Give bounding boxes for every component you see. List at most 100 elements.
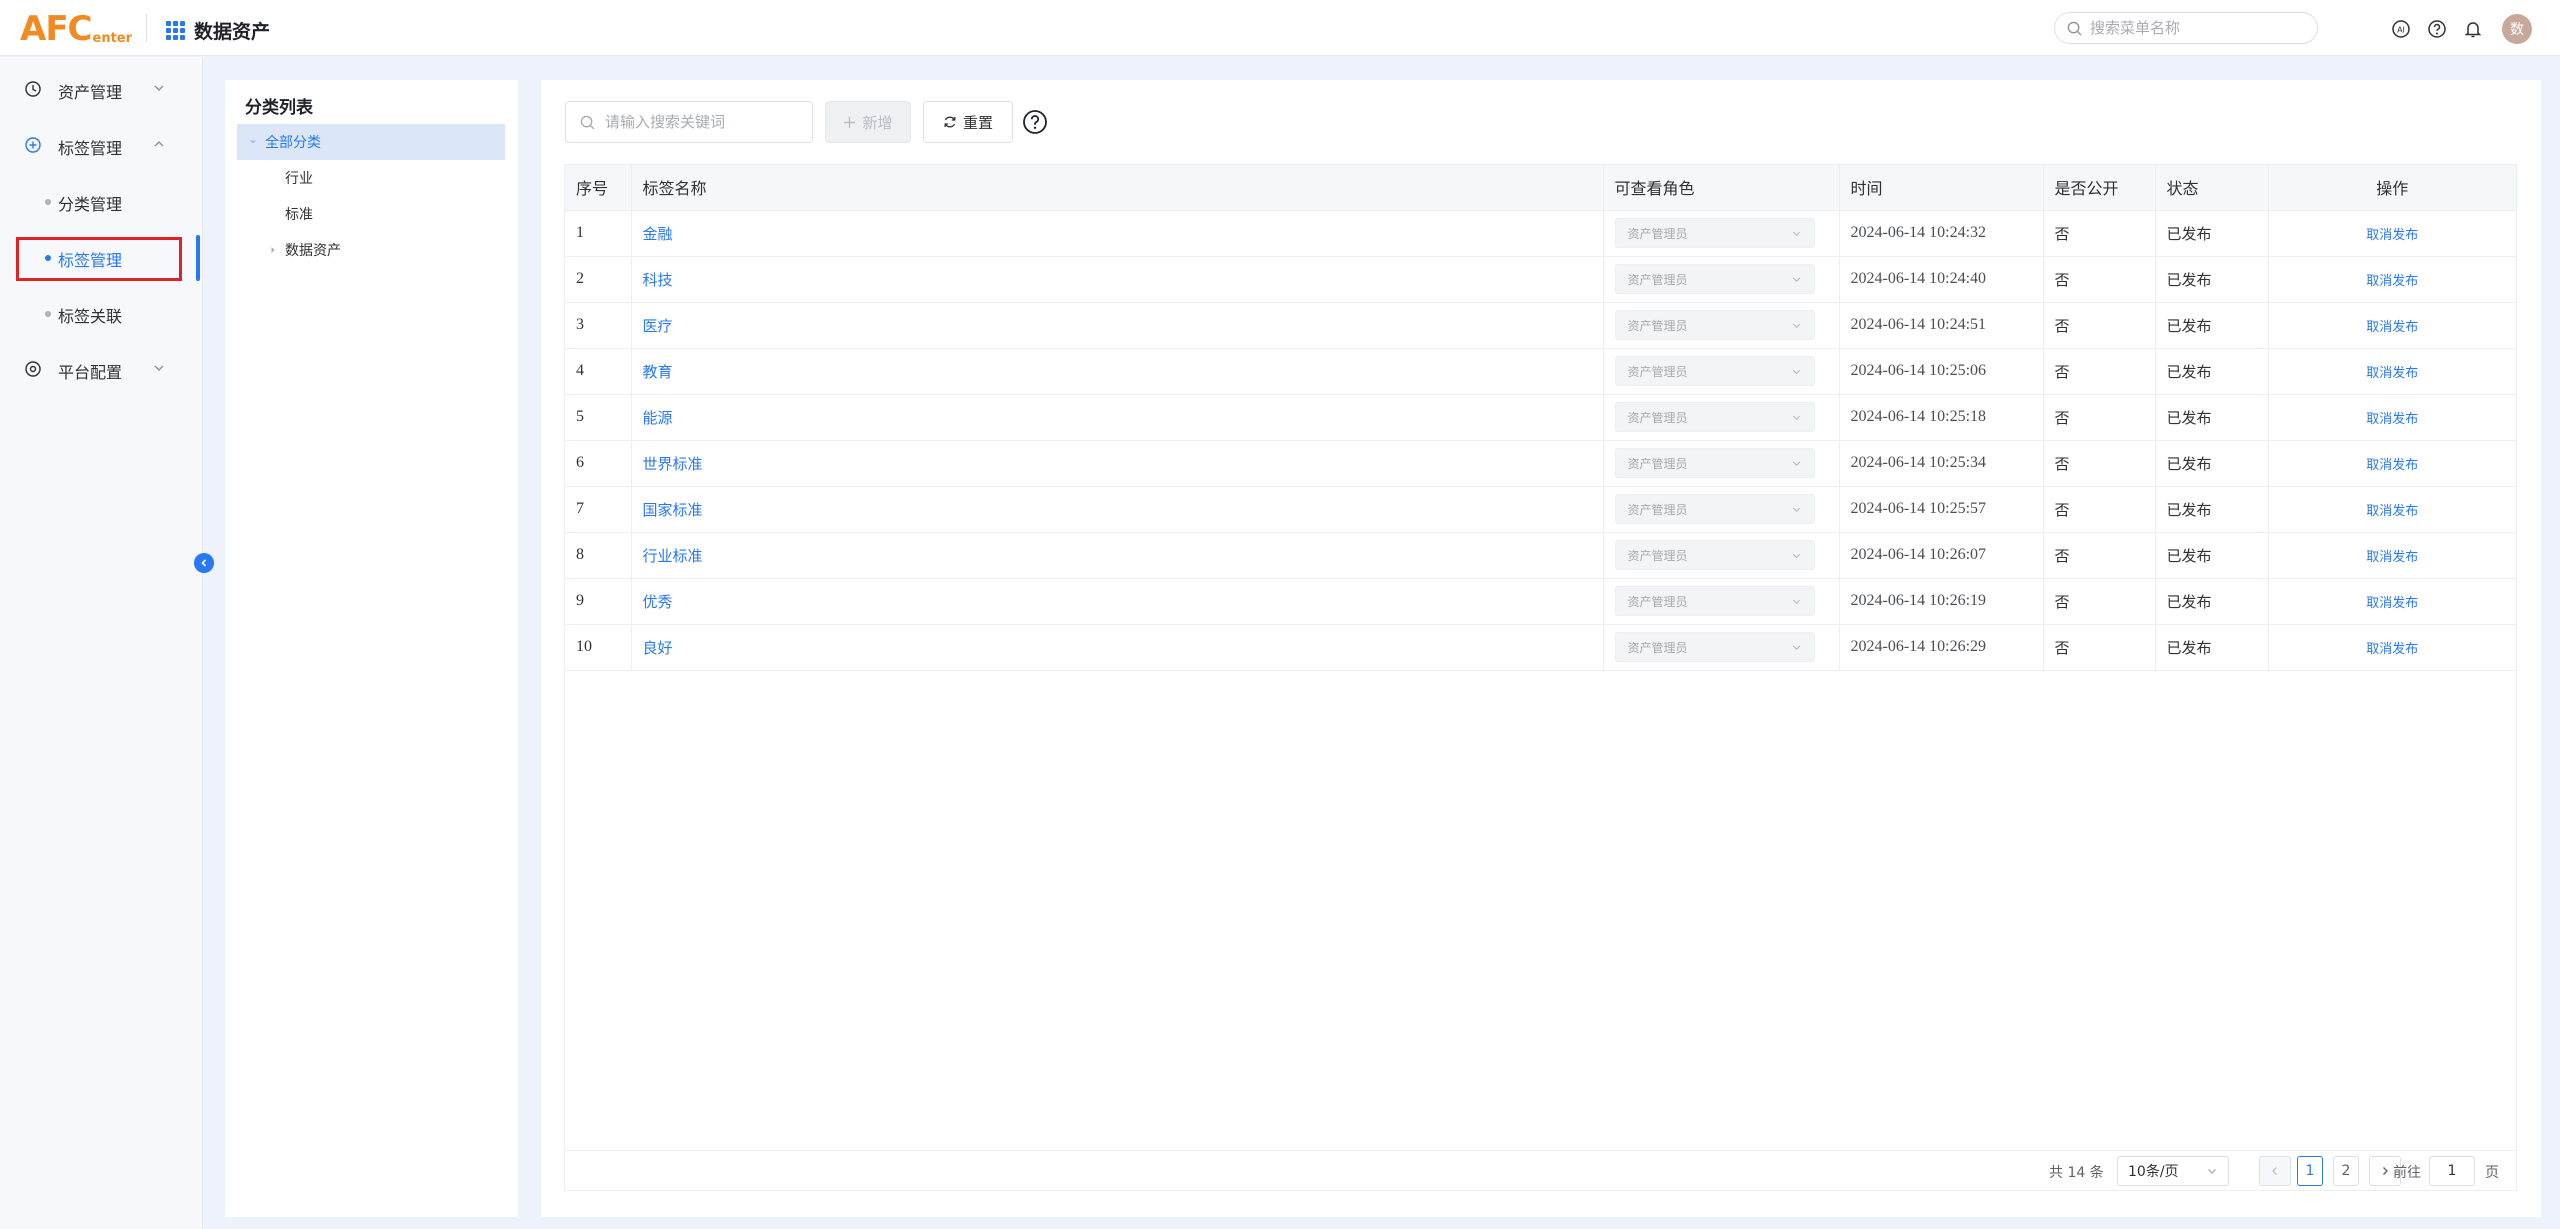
- keyword-search-box[interactable]: [565, 101, 813, 143]
- tree-node-all[interactable]: 全部分类: [237, 124, 505, 160]
- caret-right-icon[interactable]: [267, 244, 279, 256]
- help-circle-icon[interactable]: [1022, 109, 1048, 135]
- table-row: 9 优秀 资产管理员 2024-06-14 10:26:19 否已发布 取消发布: [565, 578, 2516, 625]
- keyword-search-input[interactable]: [605, 113, 805, 131]
- app-switcher[interactable]: 数据资产: [166, 17, 270, 44]
- cell-action: 取消发布: [2268, 256, 2516, 303]
- unpublish-link[interactable]: 取消发布: [2366, 550, 2418, 565]
- cell-tag-name: 良好: [631, 624, 1604, 671]
- menu-search-input[interactable]: [2090, 19, 2300, 37]
- tag-name-link[interactable]: 能源: [643, 409, 673, 427]
- unpublish-link[interactable]: 取消发布: [2366, 642, 2418, 657]
- role-select[interactable]: 资产管理员: [1614, 310, 1815, 340]
- unpublish-link[interactable]: 取消发布: [2366, 274, 2418, 289]
- chevron-down-icon: [1792, 323, 1800, 328]
- user-avatar[interactable]: 数: [2502, 14, 2532, 44]
- cell-role: 资产管理员: [1603, 210, 1840, 257]
- tag-name-link[interactable]: 优秀: [643, 593, 673, 611]
- tag-name-link[interactable]: 金融: [643, 225, 673, 243]
- unpublish-link[interactable]: 取消发布: [2366, 228, 2418, 243]
- ai-assistant-icon[interactable]: AI: [2390, 18, 2412, 40]
- page-button-1[interactable]: 1: [2297, 1156, 2323, 1186]
- cell-action: 取消发布: [2268, 486, 2516, 533]
- svg-text:AI: AI: [2397, 26, 2405, 35]
- col-header-status: 状态: [2155, 165, 2269, 211]
- add-button[interactable]: 新增: [825, 101, 911, 143]
- bell-icon[interactable]: [2462, 18, 2484, 40]
- unpublish-link[interactable]: 取消发布: [2366, 366, 2418, 381]
- goto-page-input[interactable]: 1: [2429, 1156, 2475, 1186]
- chevron-down-icon: [1792, 553, 1800, 558]
- cell-role: 资产管理员: [1603, 394, 1840, 441]
- cell-tag-name: 金融: [631, 210, 1604, 257]
- tag-name-link[interactable]: 行业标准: [643, 547, 703, 565]
- role-select[interactable]: 资产管理员: [1614, 494, 1815, 524]
- cell-seq: 8: [565, 532, 632, 579]
- cell-status: 已发布: [2155, 440, 2269, 487]
- tag-name-link[interactable]: 国家标准: [643, 501, 703, 519]
- tag-name-link[interactable]: 世界标准: [643, 455, 703, 473]
- tree-node-standard[interactable]: 标准: [285, 196, 313, 232]
- tag-name-link[interactable]: 科技: [643, 271, 673, 289]
- search-icon: [580, 115, 595, 130]
- tag-table: 序号 标签名称 可查看角色 时间 是否公开 状态 操作 1 金融 资产管理员 2024…: [564, 164, 2517, 1191]
- sidebar-item-label: 标签关联: [58, 307, 123, 326]
- reset-button[interactable]: 重置: [923, 101, 1013, 143]
- tag-name-link[interactable]: 教育: [643, 363, 673, 381]
- cell-time: 2024-06-14 10:24:51: [1839, 302, 2044, 349]
- header-icons: AI 数: [2390, 14, 2532, 44]
- prev-page-button[interactable]: [2259, 1156, 2291, 1186]
- tag-name-link[interactable]: 良好: [643, 639, 673, 657]
- role-select[interactable]: 资产管理员: [1614, 540, 1815, 570]
- cell-status: 已发布: [2155, 210, 2269, 257]
- cell-seq: 3: [565, 302, 632, 349]
- role-select[interactable]: 资产管理员: [1614, 448, 1815, 478]
- table-header-row: 序号 标签名称 可查看角色 时间 是否公开 状态 操作: [565, 165, 2516, 211]
- page-button-2[interactable]: 2: [2333, 1156, 2359, 1186]
- role-select[interactable]: 资产管理员: [1614, 586, 1815, 616]
- unpublish-link[interactable]: 取消发布: [2366, 458, 2418, 473]
- unpublish-link[interactable]: 取消发布: [2366, 412, 2418, 427]
- col-header-tag-name: 标签名称: [631, 165, 1604, 211]
- sidebar-item-category-management[interactable]: 分类管理: [0, 181, 200, 221]
- cell-public: 否: [2043, 256, 2156, 303]
- unpublish-link[interactable]: 取消发布: [2366, 504, 2418, 519]
- afc-logo[interactable]: AFC enter: [20, 10, 132, 46]
- sidebar-item-tag-management[interactable]: 标签管理: [0, 125, 200, 165]
- apps-grid-icon: [166, 20, 186, 41]
- tree-node-data-asset[interactable]: 数据资产: [267, 232, 341, 268]
- goto-unit: 页: [2485, 1165, 2499, 1181]
- sidebar: 资产管理 标签管理 分类管理 标签管理 标签关联 平台配置: [0, 57, 203, 1229]
- col-header-seq: 序号: [565, 165, 632, 211]
- help-icon[interactable]: [2426, 18, 2448, 40]
- cell-status: 已发布: [2155, 302, 2269, 349]
- menu-search-box[interactable]: [2054, 12, 2318, 44]
- role-select[interactable]: 资产管理员: [1614, 218, 1815, 248]
- tag-name-link[interactable]: 医疗: [643, 317, 673, 335]
- role-select-value: 资产管理员: [1627, 226, 1688, 241]
- unpublish-link[interactable]: 取消发布: [2366, 596, 2418, 611]
- role-select[interactable]: 资产管理员: [1614, 402, 1815, 432]
- sidebar-item-tag-association[interactable]: 标签关联: [0, 293, 200, 333]
- cell-public: 否: [2043, 302, 2156, 349]
- unpublish-link[interactable]: 取消发布: [2366, 320, 2418, 335]
- chevron-down-icon: [1792, 507, 1800, 512]
- sidebar-item-label: 分类管理: [58, 195, 123, 214]
- role-select[interactable]: 资产管理员: [1614, 632, 1815, 662]
- chevron-down-icon: [154, 365, 164, 371]
- cell-public: 否: [2043, 348, 2156, 395]
- tree-node-label: 行业: [285, 171, 313, 187]
- cell-tag-name: 优秀: [631, 578, 1604, 625]
- active-indicator: [196, 235, 200, 281]
- role-select[interactable]: 资产管理员: [1614, 356, 1815, 386]
- sidebar-collapse-button[interactable]: [194, 553, 214, 573]
- sidebar-item-platform-config[interactable]: 平台配置: [0, 349, 200, 389]
- tree-node-industry[interactable]: 行业: [285, 160, 313, 196]
- page-size-select[interactable]: 10条/页: [2117, 1156, 2229, 1186]
- cell-tag-name: 医疗: [631, 302, 1604, 349]
- role-select[interactable]: 资产管理员: [1614, 264, 1815, 294]
- search-icon: [2067, 21, 2082, 36]
- bullet-dot-icon: [45, 311, 51, 317]
- table-row: 8 行业标准 资产管理员 2024-06-14 10:26:07 否已发布 取消发布: [565, 532, 2516, 579]
- sidebar-item-asset-management[interactable]: 资产管理: [0, 69, 200, 109]
